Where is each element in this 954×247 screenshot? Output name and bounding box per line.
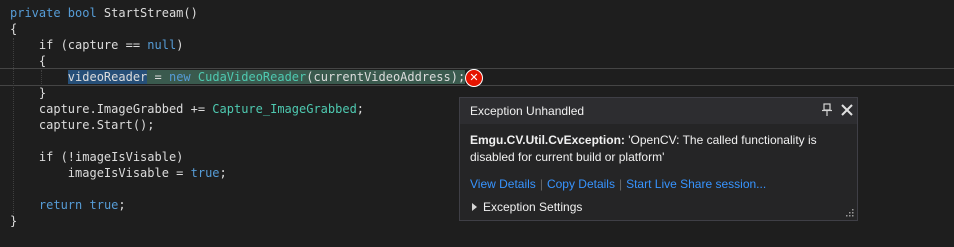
code-text: ; — [356, 102, 365, 116]
selected-variable[interactable]: videoReader — [67, 70, 148, 84]
exception-settings-label: Exception Settings — [483, 200, 583, 214]
type-name: CudaVideoReader — [197, 70, 307, 84]
code-text: ; — [118, 198, 126, 212]
keyword: true — [89, 198, 119, 212]
close-icon[interactable] — [840, 103, 854, 117]
copy-details-link[interactable]: Copy Details — [547, 177, 615, 191]
code-line-14: } — [10, 214, 18, 228]
code-text: ; — [219, 166, 227, 180]
code-line-10: if (!imageIsVisable) — [10, 150, 184, 164]
code-text: = — [147, 70, 169, 84]
code-line-7: capture.ImageGrabbed += Capture_ImageGra… — [10, 101, 364, 117]
code-line-11: imageIsVisable = true; — [10, 165, 227, 181]
code-text: StartStream() — [96, 6, 198, 20]
event-handler: Capture_ImageGrabbed — [212, 102, 357, 116]
exception-message: Emgu.CV.Util.CvException: 'OpenCV: The c… — [470, 132, 850, 166]
separator: | — [618, 177, 623, 191]
exception-type: Emgu.CV.Util.CvException: — [470, 133, 625, 147]
exception-settings-toggle[interactable]: Exception Settings — [472, 199, 582, 215]
exception-title: Exception Unhandled — [470, 104, 585, 118]
keyword: true — [190, 166, 220, 180]
keyword: private bool — [10, 6, 97, 20]
keyword: null — [147, 38, 177, 52]
separator: | — [539, 177, 543, 191]
code-line-5-current[interactable]: videoReader = new CudaVideoReader(curren… — [10, 69, 466, 85]
pin-icon[interactable] — [821, 103, 833, 117]
exception-popup: Exception Unhandled Emgu.CV.Util.CvExcep… — [459, 97, 858, 221]
view-details-link[interactable]: View Details — [470, 177, 536, 191]
current-statement-highlight[interactable]: videoReader = new CudaVideoReader(curren… — [67, 70, 466, 84]
resize-grip-icon[interactable] — [844, 207, 854, 217]
code-line-2: { — [10, 22, 18, 36]
code-line-1: private bool StartStream() — [10, 5, 198, 21]
code-line-4: { — [10, 54, 47, 68]
code-text: (currentVideoAddress); — [306, 70, 466, 84]
code-line-8: capture.Start(); — [10, 118, 155, 132]
code-line-13: return true; — [10, 197, 126, 213]
expand-triangle-icon — [472, 203, 477, 211]
code-text: imageIsVisable = — [10, 166, 191, 180]
keyword: new — [168, 70, 191, 84]
code-line-6: } — [10, 86, 47, 100]
error-icon[interactable]: ✕ — [465, 69, 483, 87]
exception-links: View Details | Copy Details | Start Live Sha… — [470, 176, 766, 192]
keyword: return — [38, 198, 83, 212]
live-share-link[interactable]: Start Live Share session... — [626, 177, 766, 191]
code-text: ) — [176, 38, 184, 52]
code-line-3: if (capture == null) — [10, 37, 184, 53]
code-text: if (capture == — [10, 38, 148, 52]
exception-popup-header: Exception Unhandled — [460, 98, 857, 124]
code-text: capture.ImageGrabbed += — [10, 102, 213, 116]
